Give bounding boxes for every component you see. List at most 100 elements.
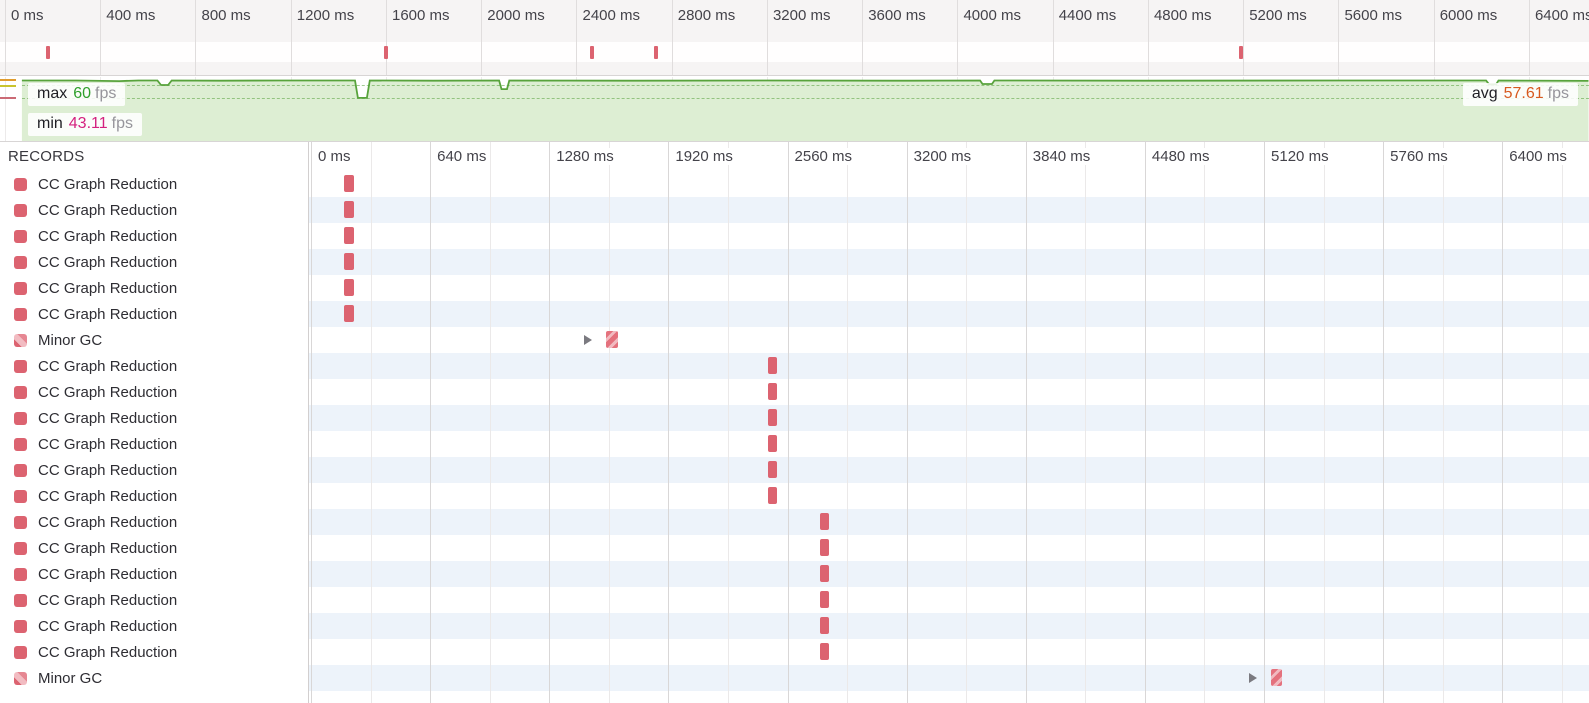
record-bar[interactable] [767,357,778,374]
waterfall-tick-label: 4480 ms [1151,148,1214,165]
record-label-cell[interactable]: CC Graph Reduction [0,535,308,561]
record-bar[interactable] [344,227,354,244]
record-label-cell[interactable]: CC Graph Reduction [0,483,308,509]
record-bar[interactable] [767,383,778,400]
record-lane[interactable] [308,561,1589,587]
record-row[interactable]: CC Graph Reduction [0,535,1589,561]
record-lane[interactable] [308,301,1589,327]
timeline-overview-ruler[interactable]: 0 ms 400 ms 800 ms 1200 ms 1600 ms 2000 ms 240… [0,0,1589,76]
record-bar[interactable] [820,539,830,556]
record-lane[interactable] [308,535,1589,561]
record-label-cell[interactable]: CC Graph Reduction [0,405,308,431]
record-bar[interactable] [820,617,830,634]
record-lane[interactable] [308,613,1589,639]
record-lane[interactable] [308,171,1589,197]
record-row[interactable]: CC Graph Reduction [0,431,1589,457]
record-label-cell[interactable]: CC Graph Reduction [0,587,308,613]
record-lane[interactable] [308,665,1589,691]
record-lane[interactable] [308,587,1589,613]
record-bar[interactable] [767,409,778,426]
record-lane[interactable] [308,327,1589,353]
record-label-cell[interactable]: CC Graph Reduction [0,561,308,587]
record-bar[interactable] [344,175,354,192]
record-label-cell[interactable]: CC Graph Reduction [0,613,308,639]
record-lane[interactable] [308,639,1589,665]
record-bar[interactable] [767,461,778,478]
record-row[interactable]: CC Graph Reduction [0,171,1589,197]
record-bar[interactable] [605,331,619,348]
record-label-cell[interactable]: CC Graph Reduction [0,171,308,197]
record-row[interactable]: CC Graph Reduction [0,405,1589,431]
record-row[interactable]: CC Graph Reduction [0,587,1589,613]
record-row[interactable]: Minor GC [0,665,1589,691]
record-lane[interactable] [308,197,1589,223]
record-bar[interactable] [820,565,830,582]
record-bar[interactable] [767,487,778,504]
expand-triangle-icon[interactable] [583,335,592,345]
record-label: CC Graph Reduction [38,253,178,271]
record-label-cell[interactable]: CC Graph Reduction [0,353,308,379]
record-label-cell[interactable]: CC Graph Reduction [0,379,308,405]
record-bar[interactable] [344,279,354,296]
record-lane[interactable] [308,379,1589,405]
record-label-cell[interactable]: CC Graph Reduction [0,249,308,275]
record-label-cell[interactable]: CC Graph Reduction [0,509,308,535]
record-row[interactable]: CC Graph Reduction [0,301,1589,327]
record-label-cell[interactable]: CC Graph Reduction [0,197,308,223]
event-marker [383,46,388,59]
record-lane[interactable] [308,353,1589,379]
record-row[interactable]: CC Graph Reduction [0,639,1589,665]
record-lane[interactable] [308,457,1589,483]
record-row[interactable]: CC Graph Reduction [0,457,1589,483]
record-bar[interactable] [767,435,778,452]
avg-fps-label: avg 57.61 fps [1462,83,1578,106]
ruler-gridline [385,0,387,75]
minor-gc-icon [14,333,27,347]
event-marker [45,46,50,59]
record-lane[interactable] [308,249,1589,275]
record-row[interactable]: CC Graph Reduction [0,483,1589,509]
cc-graph-reduction-icon [14,177,27,191]
record-label-cell[interactable]: Minor GC [0,665,308,691]
record-lane[interactable] [308,275,1589,301]
record-label-cell[interactable]: CC Graph Reduction [0,431,308,457]
record-label-cell[interactable]: Minor GC [0,327,308,353]
record-row[interactable]: CC Graph Reduction [0,561,1589,587]
record-bar[interactable] [820,591,830,608]
record-bar[interactable] [344,201,354,218]
event-marker [1238,46,1243,59]
record-lane[interactable] [308,431,1589,457]
record-bar[interactable] [1271,669,1282,686]
record-label: CC Graph Reduction [38,539,178,557]
record-row[interactable]: CC Graph Reduction [0,275,1589,301]
record-row[interactable]: CC Graph Reduction [0,509,1589,535]
record-label-cell[interactable]: CC Graph Reduction [0,639,308,665]
ruler-gridline [5,0,6,75]
record-bar[interactable] [344,305,354,322]
record-label-cell[interactable]: CC Graph Reduction [0,457,308,483]
expand-triangle-icon[interactable] [1249,673,1258,683]
ruler-gridline [1338,0,1340,75]
record-row[interactable]: CC Graph Reduction [0,379,1589,405]
record-row[interactable]: CC Graph Reduction [0,353,1589,379]
record-label-cell[interactable]: CC Graph Reduction [0,301,308,327]
record-lane[interactable] [308,509,1589,535]
record-lane[interactable] [308,223,1589,249]
record-bar[interactable] [820,643,830,660]
record-row[interactable]: CC Graph Reduction [0,197,1589,223]
record-row[interactable]: CC Graph Reduction [0,249,1589,275]
record-bar[interactable] [344,253,354,270]
record-label-cell[interactable]: CC Graph Reduction [0,275,308,301]
framerate-overview-graph[interactable]: max 60 fps min 43.11 fps avg 57.61 fps [0,77,1589,142]
record-row[interactable]: Minor GC [0,327,1589,353]
record-label: CC Graph Reduction [38,175,178,193]
record-bar[interactable] [820,513,830,530]
record-lane[interactable] [308,483,1589,509]
record-lane[interactable] [308,405,1589,431]
record-row[interactable]: CC Graph Reduction [0,223,1589,249]
min-fps-axis-tick [0,97,16,100]
record-label-cell[interactable]: CC Graph Reduction [0,223,308,249]
record-row[interactable]: CC Graph Reduction [0,613,1589,639]
record-label: Minor GC [38,331,103,349]
ruler-tick-label: 400 ms [106,7,156,24]
